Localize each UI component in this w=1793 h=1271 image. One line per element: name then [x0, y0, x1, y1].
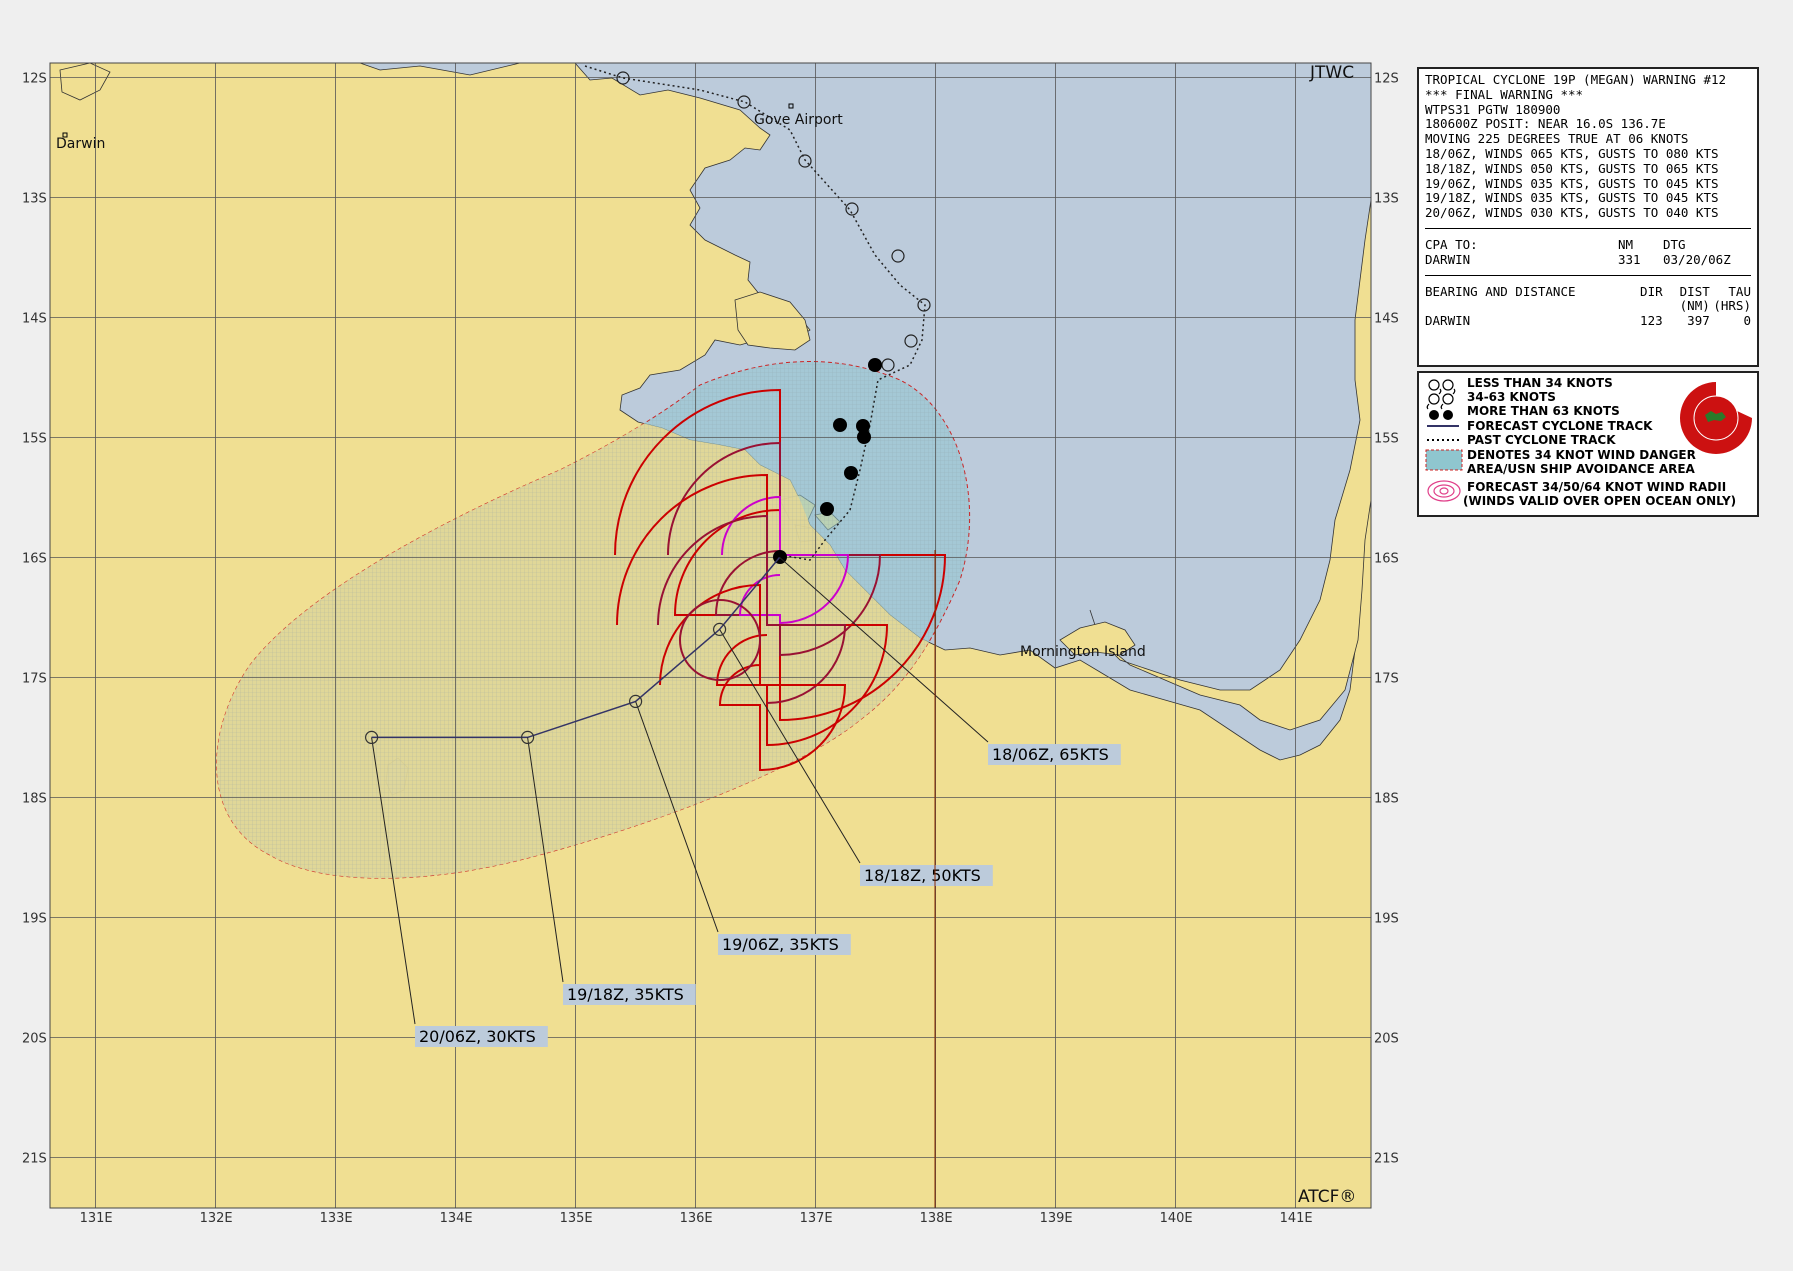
lat-tick-label: 20S	[1374, 1031, 1399, 1046]
jtwc-seal	[1680, 381, 1753, 454]
agency-label-jtwc: JTWC	[1309, 63, 1354, 83]
agency-label-atcf: ATCF®	[1298, 1187, 1356, 1207]
lat-labels-left: 12S 13S 14S 15S 16S 17S 18S 19S 20S 21S	[22, 71, 47, 1166]
winds-line: 19/06Z, WINDS 035 KTS, GUSTS TO 045 KTS	[1425, 176, 1719, 191]
bearing-units: (NM) (HRS)	[1679, 298, 1751, 314]
legend-more-63: MORE THAN 63 KNOTS	[1467, 404, 1620, 418]
cpa-row: DARWIN 331 03/20/06Z	[1425, 251, 1731, 267]
forecast-label: 20/06Z, 30KTS	[419, 1027, 536, 1046]
lon-tick-label: 134E	[440, 1211, 473, 1226]
lat-tick-label: 18S	[22, 791, 47, 806]
bearing-row: DARWIN 123 397 0	[1425, 313, 1751, 329]
lat-tick-label: 12S	[1374, 71, 1399, 86]
lat-labels-right: 12S 13S 14S 15S 16S 17S 18S 19S 20S 21S	[1374, 71, 1399, 1166]
wind-radii-icon	[1427, 480, 1461, 502]
lat-tick-label: 21S	[1374, 1151, 1399, 1166]
past-track-line-icon	[1427, 439, 1459, 441]
divider	[1425, 274, 1751, 276]
lat-tick-label: 15S	[1374, 431, 1399, 446]
lon-tick-label: 137E	[800, 1211, 833, 1226]
bearing-header: BEARING AND DISTANCE DIR DIST TAU	[1425, 283, 1751, 299]
legend-past-track: PAST CYCLONE TRACK	[1467, 433, 1616, 447]
winds-line: 19/18Z, WINDS 035 KTS, GUSTS TO 045 KTS	[1425, 191, 1719, 206]
final-warning: *** FINAL WARNING ***	[1425, 87, 1584, 102]
place-darwin: Darwin	[56, 136, 105, 152]
lat-tick-label: 19S	[22, 911, 47, 926]
lat-tick-label: 14S	[22, 311, 47, 326]
cyclone-symbols-icon	[1426, 379, 1456, 420]
forecast-label: 19/06Z, 35KTS	[722, 935, 839, 954]
lat-tick-label: 17S	[22, 671, 47, 686]
posit-line: 180600Z POSIT: NEAR 16.0S 136.7E	[1425, 117, 1666, 132]
forecast-label: 18/06Z, 65KTS	[992, 745, 1109, 764]
warning-header: WTPS31 PGTW 180900	[1425, 102, 1561, 117]
legend-danger-1: DENOTES 34 KNOT WIND DANGER	[1467, 448, 1696, 462]
winds-line: 18/06Z, WINDS 065 KTS, GUSTS TO 080 KTS	[1425, 146, 1719, 161]
warning-title: TROPICAL CYCLONE 19P (MEGAN) WARNING #12	[1425, 73, 1727, 87]
place-gove-airport: Gove Airport	[754, 112, 843, 128]
lon-labels: 131E 132E 133E 134E 135E 136E 137E 138E 139E 140E…	[80, 1211, 1313, 1226]
lat-tick-label: 12S	[22, 71, 47, 86]
lon-tick-label: 141E	[1280, 1211, 1313, 1226]
forecast-track-line-icon	[1427, 425, 1459, 427]
cpa-header: CPA TO: NM DTG	[1425, 236, 1686, 252]
lon-tick-label: 138E	[920, 1211, 953, 1226]
forecast-label: 19/18Z, 35KTS	[567, 985, 684, 1004]
legend-danger-2: AREA/USN SHIP AVOIDANCE AREA	[1467, 462, 1695, 476]
forecast-label: 18/18Z, 50KTS	[864, 866, 981, 885]
lon-tick-label: 131E	[80, 1211, 113, 1226]
lat-tick-label: 13S	[22, 191, 47, 206]
danger-area-swatch-icon	[1425, 449, 1463, 471]
divider	[1425, 227, 1751, 229]
lat-tick-label: 16S	[22, 551, 47, 566]
lat-tick-label: 17S	[1374, 671, 1399, 686]
lat-tick-label: 15S	[22, 431, 47, 446]
legend-forecast-track: FORECAST CYCLONE TRACK	[1467, 419, 1653, 433]
lon-tick-label: 132E	[200, 1211, 233, 1226]
legend-box: LESS THAN 34 KNOTS 34-63 KNOTS MORE THAN…	[1417, 371, 1759, 517]
legend-less-34: LESS THAN 34 KNOTS	[1467, 376, 1613, 390]
lat-tick-label: 13S	[1374, 191, 1399, 206]
legend-34-63: 34-63 KNOTS	[1467, 390, 1556, 404]
legend-radii-2: (WINDS VALID OVER OPEN OCEAN ONLY)	[1463, 494, 1737, 508]
lon-tick-label: 133E	[320, 1211, 353, 1226]
legend-radii-1: FORECAST 34/50/64 KNOT WIND RADII	[1467, 480, 1727, 494]
moving-line: MOVING 225 DEGREES TRUE AT 06 KNOTS	[1425, 132, 1689, 147]
lon-tick-label: 140E	[1160, 1211, 1193, 1226]
lat-tick-label: 21S	[22, 1151, 47, 1166]
winds-line: 18/18Z, WINDS 050 KTS, GUSTS TO 065 KTS	[1425, 161, 1719, 176]
lat-tick-label: 20S	[22, 1031, 47, 1046]
warning-info-box: TROPICAL CYCLONE 19P (MEGAN) WARNING #12…	[1417, 67, 1759, 367]
lat-tick-label: 19S	[1374, 911, 1399, 926]
lat-tick-label: 14S	[1374, 311, 1399, 326]
lat-tick-label: 18S	[1374, 791, 1399, 806]
winds-line: 20/06Z, WINDS 030 KTS, GUSTS TO 040 KTS	[1425, 206, 1719, 221]
place-mornington-island: Mornington Island	[1020, 644, 1146, 660]
lat-tick-label: 16S	[1374, 551, 1399, 566]
lon-tick-label: 136E	[680, 1211, 713, 1226]
lon-tick-label: 135E	[560, 1211, 593, 1226]
lon-tick-label: 139E	[1040, 1211, 1073, 1226]
